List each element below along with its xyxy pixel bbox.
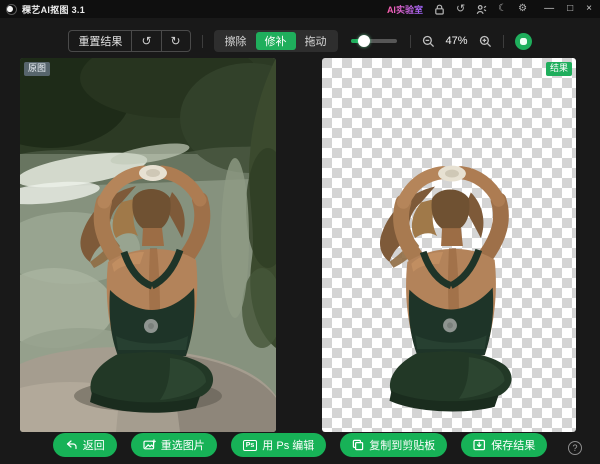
lock-icon[interactable] (434, 4, 445, 15)
mode-patch-button[interactable]: 修补 (256, 32, 296, 50)
edit-in-photoshop-button[interactable]: Ps 用 Ps 编辑 (231, 433, 327, 457)
app-logo-icon (6, 4, 17, 15)
preview-toggle-dot-icon (520, 38, 527, 45)
titlebar-left: 稞艺AI抠图 3.1 (6, 3, 85, 16)
mode-erase-button[interactable]: 擦除 (216, 32, 256, 50)
titlebar-right: AI实验室 ↺ ☾ ⚙ — □ × (387, 3, 592, 16)
photoshop-icon: Ps (243, 440, 258, 451)
brush-size-slider-thumb[interactable] (358, 35, 370, 47)
zoom-controls: 47% (422, 35, 492, 48)
mode-segmented-control: 擦除 修补 拖动 (214, 30, 338, 52)
toolbar: 重置结果 ↺ ↻ 擦除 修补 拖动 47% (0, 27, 600, 55)
close-button[interactable]: × (586, 4, 592, 14)
save-image-icon (473, 439, 486, 451)
toolbar-divider (202, 35, 203, 48)
result-label-badge: 结果 (546, 62, 572, 76)
reset-result-button[interactable]: 重置结果 (69, 31, 131, 51)
titlebar: 稞艺AI抠图 3.1 AI实验室 ↺ ☾ ⚙ — □ × (0, 0, 600, 18)
edit-in-photoshop-button-label: 用 Ps 编辑 (262, 437, 314, 453)
moon-icon[interactable]: ☾ (498, 4, 507, 14)
result-image-panel[interactable]: 结果 (322, 58, 576, 432)
ai-lab-badge[interactable]: AI实验室 (387, 3, 423, 16)
save-result-button-label: 保存结果 (491, 437, 535, 453)
app-window: 稞艺AI抠图 3.1 AI实验室 ↺ ☾ ⚙ — □ × 重置结果 ↺ ↻ (0, 0, 600, 464)
copy-to-clipboard-button-label: 复制到剪贴板 (369, 437, 435, 453)
canvas-area: 原图 结果 (0, 58, 600, 432)
undo-button[interactable]: ↺ (131, 31, 160, 51)
history-icon[interactable]: ↺ (456, 4, 465, 14)
preview-toggle-button[interactable] (515, 33, 532, 50)
help-button[interactable]: ? (568, 441, 582, 455)
brush-size-slider[interactable] (351, 35, 397, 47)
maximize-button[interactable]: □ (567, 4, 573, 14)
window-controls: — □ × (544, 4, 592, 14)
mode-drag-button[interactable]: 拖动 (296, 32, 336, 50)
toolbar-divider (410, 35, 411, 48)
reselect-image-button[interactable]: 重选图片 (131, 433, 217, 457)
image-plus-icon (143, 439, 156, 451)
cutout-result-image (322, 58, 576, 432)
back-arrow-icon (65, 439, 78, 451)
back-button[interactable]: 返回 (53, 433, 117, 457)
reselect-image-button-label: 重选图片 (161, 437, 205, 453)
minimize-button[interactable]: — (544, 4, 554, 14)
copy-icon (352, 439, 364, 451)
zoom-level: 47% (443, 35, 471, 47)
copy-to-clipboard-button[interactable]: 复制到剪贴板 (340, 433, 447, 457)
zoom-in-icon[interactable] (479, 35, 492, 48)
zoom-out-icon[interactable] (422, 35, 435, 48)
original-label-badge: 原图 (24, 62, 50, 76)
user-switch-icon[interactable] (476, 4, 487, 15)
app-title: 稞艺AI抠图 3.1 (22, 3, 85, 16)
toolbar-divider (503, 35, 504, 48)
redo-button[interactable]: ↻ (161, 31, 190, 51)
action-bar: 返回 重选图片 Ps 用 Ps 编辑 复制到剪贴板 保存结果 (0, 432, 600, 458)
original-photo (20, 58, 276, 432)
back-button-label: 返回 (83, 437, 105, 453)
settings-gear-icon[interactable]: ⚙ (518, 4, 527, 14)
original-image-panel[interactable]: 原图 (20, 58, 276, 432)
save-result-button[interactable]: 保存结果 (461, 433, 547, 457)
reset-undo-redo-group: 重置结果 ↺ ↻ (68, 30, 190, 52)
